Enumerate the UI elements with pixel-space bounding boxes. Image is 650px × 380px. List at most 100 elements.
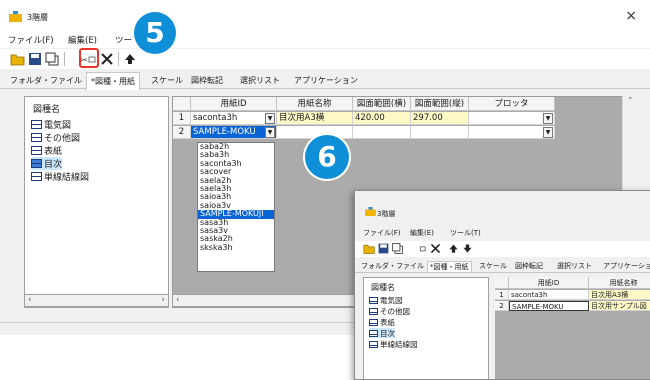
drawing-icon xyxy=(369,340,378,348)
inset-header-paper-name[interactable]: 用紙名称 xyxy=(589,277,650,289)
toolbar-separator xyxy=(118,52,119,66)
app-icon xyxy=(9,11,22,22)
row-number: 2 xyxy=(495,301,509,311)
header-plotter[interactable]: プロッタ xyxy=(469,97,555,111)
header-paper-name[interactable]: 用紙名称 xyxy=(277,97,353,111)
cell-width[interactable]: 420.00 xyxy=(353,112,411,125)
scroll-left-icon[interactable]: ‹ xyxy=(28,295,32,305)
inset-tree-title: 図種名 xyxy=(371,283,395,292)
inset-menu-file[interactable]: ファイル(F) xyxy=(363,228,401,238)
dropdown-arrow-icon[interactable]: ▼ xyxy=(543,127,553,138)
dropdown-arrow-icon[interactable]: ▼ xyxy=(543,113,553,124)
inset-toolbar xyxy=(355,241,650,257)
cut-icon[interactable] xyxy=(413,242,426,255)
inset-tree-item[interactable]: 単線結線図 xyxy=(369,339,418,349)
inset-header-paper-id[interactable]: 用紙ID xyxy=(509,277,589,289)
inset-cell-paper-name[interactable]: 目次用A3横 xyxy=(589,290,650,300)
inset-menu-edit[interactable]: 編集(E) xyxy=(410,228,434,238)
tab-scale[interactable]: スケール xyxy=(147,74,187,89)
row-number: 1 xyxy=(173,112,191,125)
move-up-icon[interactable] xyxy=(122,51,138,67)
tab-selection-list[interactable]: 選択リスト xyxy=(236,74,284,89)
open-folder-icon[interactable] xyxy=(363,242,376,255)
drawing-icon xyxy=(369,318,378,326)
inset-tree-item-selected[interactable]: 目次 xyxy=(369,328,395,338)
menu-tools[interactable]: ツー xyxy=(115,34,132,46)
tree-title: 図種名 xyxy=(33,105,61,115)
paper-id-dropdown-list[interactable]: saba2h saba3h saconta3h sacover saela2h … xyxy=(197,142,275,272)
header-paper-id[interactable]: 用紙ID xyxy=(191,97,277,111)
tab-frame-transfer[interactable]: 図枠転記 xyxy=(187,74,227,89)
save-icon[interactable] xyxy=(27,51,43,67)
inset-drawing-type-tree[interactable]: 図種名 電気図 その他図 表紙 目次 単線結線図 xyxy=(363,277,489,379)
tree-item-other[interactable]: その他図 xyxy=(31,131,80,144)
scroll-right-icon[interactable]: › xyxy=(161,295,165,305)
scroll-up-icon[interactable]: ˄ xyxy=(628,97,633,107)
app-icon xyxy=(365,207,376,216)
save-icon[interactable] xyxy=(377,242,390,255)
menu-bar: ファイル(F) 編集(E) ツー xyxy=(0,32,650,48)
cell-height[interactable]: 297.00 xyxy=(411,112,469,125)
header-height[interactable]: 図面範囲(縦) xyxy=(411,97,469,111)
cell-width[interactable] xyxy=(353,126,411,139)
header-width[interactable]: 図面範囲(横) xyxy=(353,97,411,111)
grid-corner xyxy=(173,97,191,111)
cell-paper-name[interactable]: 目次用A3横 xyxy=(277,112,353,125)
window-title: 3階層 xyxy=(27,13,49,22)
drawing-icon xyxy=(31,146,42,155)
drawing-icon xyxy=(31,133,42,142)
inset-tab-bar: フォルダ・ファイル *図種・用紙 スケール 図枠転記 選択リスト アプリケーショ… xyxy=(355,259,650,273)
drawing-icon xyxy=(31,172,42,181)
inset-tree-item[interactable]: 電気図 xyxy=(369,295,403,305)
inset-tab-frame-transfer[interactable]: 図枠転記 xyxy=(515,261,543,271)
close-icon[interactable]: × xyxy=(625,8,637,24)
inset-cell-paper-id[interactable]: SAMPLE-MOKU xyxy=(509,301,589,311)
inset-cell-paper-id[interactable]: saconta3h xyxy=(509,290,589,300)
delete-icon[interactable] xyxy=(99,51,115,67)
row-number: 2 xyxy=(173,126,191,139)
inset-tab-selection-list[interactable]: 選択リスト xyxy=(557,261,592,271)
cell-height[interactable] xyxy=(411,126,469,139)
move-up-icon[interactable] xyxy=(447,242,460,255)
dropdown-arrow-icon[interactable]: ▼ xyxy=(265,113,275,124)
inset-tab-scale[interactable]: スケール xyxy=(479,261,507,271)
drawing-type-tree[interactable]: 図種名 電気図 その他図 表紙 目次 単線結線図 xyxy=(24,96,169,308)
row-number: 1 xyxy=(495,290,509,300)
inset-tab-folder-file[interactable]: フォルダ・ファイル xyxy=(361,261,424,271)
inset-paper-grid: 用紙ID 用紙名称 1 saconta3h 目次用A3横 2 SAMPLE-MO… xyxy=(495,277,650,379)
step-badge-5: 5 xyxy=(134,12,176,54)
menu-file[interactable]: ファイル(F) xyxy=(8,34,54,46)
inset-cell-paper-name[interactable]: 目次用サンプル図 xyxy=(589,301,650,311)
scroll-left-icon[interactable]: ‹ xyxy=(176,295,180,305)
open-folder-icon[interactable] xyxy=(10,51,26,67)
drawing-icon xyxy=(31,120,42,129)
inset-tree-item[interactable]: 表紙 xyxy=(369,317,395,327)
inset-tree-item[interactable]: その他図 xyxy=(369,306,410,316)
move-down-icon[interactable] xyxy=(461,242,474,255)
tree-item-single-line[interactable]: 単線結線図 xyxy=(31,170,89,183)
drawing-icon xyxy=(369,329,378,337)
delete-icon[interactable] xyxy=(429,242,442,255)
inset-menu-tools[interactable]: ツール(T) xyxy=(450,228,481,238)
dropdown-option[interactable]: skska3h xyxy=(198,243,274,252)
copy-icon[interactable] xyxy=(44,51,60,67)
tree-item-electrical[interactable]: 電気図 xyxy=(31,118,71,131)
menu-edit[interactable]: 編集(E) xyxy=(68,34,97,46)
copy-icon[interactable] xyxy=(391,242,404,255)
inset-tab-application[interactable]: アプリケーション xyxy=(603,261,650,271)
title-bar: 3階層 × xyxy=(0,0,650,32)
drawing-icon xyxy=(31,159,42,168)
tree-item-contents[interactable]: 目次 xyxy=(31,157,63,170)
tree-item-cover[interactable]: 表紙 xyxy=(31,144,62,157)
step-badge-6: 6 xyxy=(305,135,349,179)
tab-bar: フォルダ・ファイル *図種・用紙 スケール 図枠転記 選択リスト アプリケーショ… xyxy=(0,72,650,90)
tab-application[interactable]: アプリケーション xyxy=(290,74,362,89)
dropdown-arrow-icon[interactable]: ▼ xyxy=(265,127,275,138)
toolbar-separator xyxy=(64,52,65,66)
tab-drawing-paper[interactable]: *図種・用紙 xyxy=(86,72,140,90)
tree-hscrollbar[interactable]: ‹ › xyxy=(24,294,169,307)
tab-folder-file[interactable]: フォルダ・ファイル xyxy=(6,74,86,89)
inset-tab-drawing-paper[interactable]: *図種・用紙 xyxy=(427,261,472,272)
drawing-icon xyxy=(369,307,378,315)
result-inset-window: 3階層 ファイル(F) 編集(E) ツール(T) フォルダ・ファイル *図種・用… xyxy=(354,190,650,380)
